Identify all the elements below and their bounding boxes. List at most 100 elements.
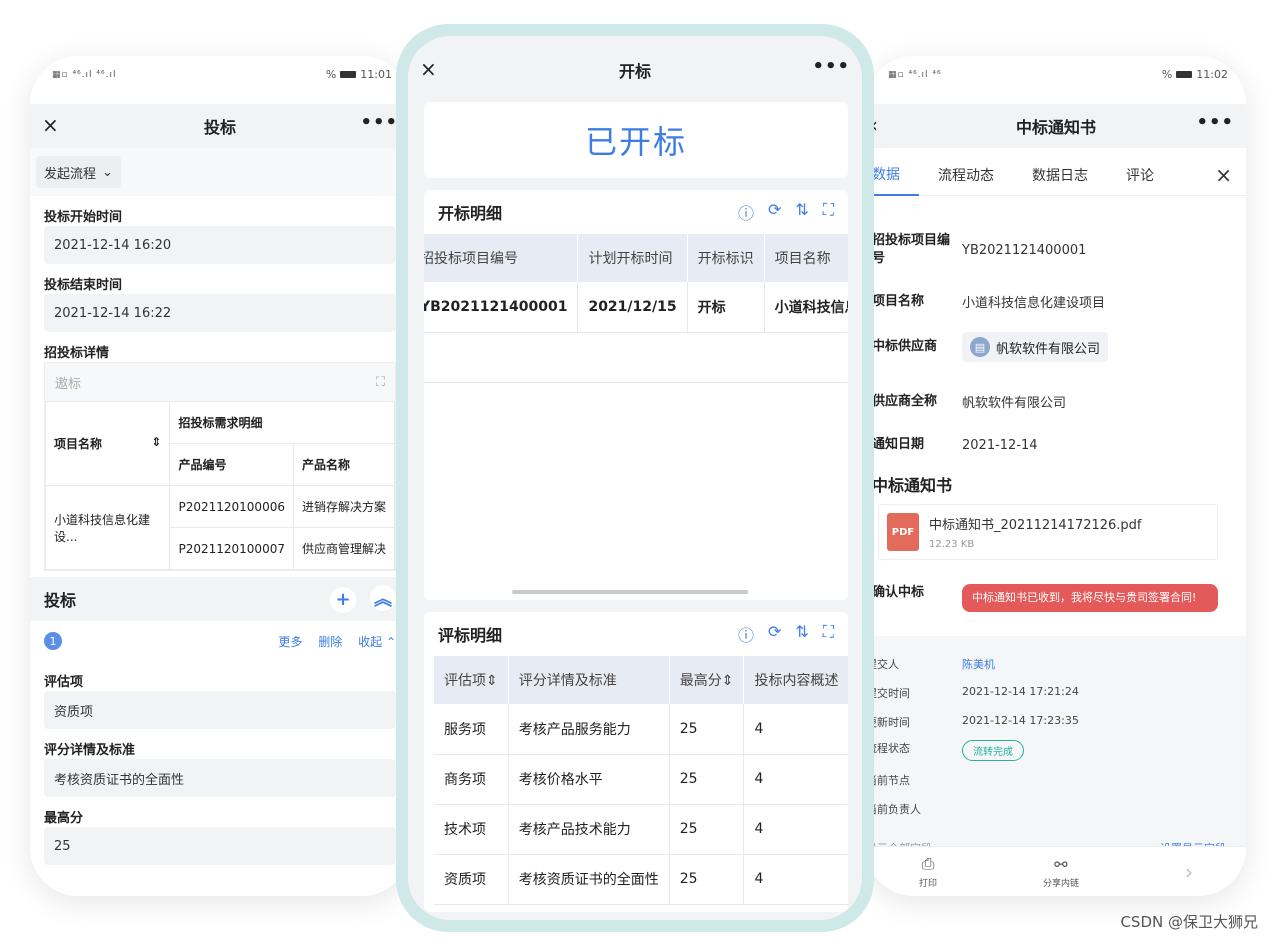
page-title: 开标 (618, 62, 651, 81)
info-icon[interactable]: ⓘ (738, 200, 754, 224)
start-time-input[interactable]: 2021-12-14 16:20 (44, 226, 396, 264)
row-index-badge: 1 (44, 632, 62, 650)
tab-log[interactable]: 数据日志 (1013, 154, 1107, 196)
delete-link[interactable]: 删除 (318, 635, 342, 649)
end-time-input[interactable]: 2021-12-14 16:22 (44, 294, 396, 332)
start-time-field: 投标开始时间 2021-12-14 16:20 (30, 196, 410, 264)
status-time: 11:01 (360, 68, 392, 81)
row-actions: 1 更多 删除 收起 ⌃ (30, 621, 410, 661)
confirm-row: 确认中标 中标通知书已收到，我将尽快与贵司签署合同! (872, 584, 1218, 612)
supplier-row: 中标供应商 ▤ 帆软软件有限公司 (872, 332, 1109, 362)
fullscreen-icon[interactable]: ⛶ (823, 622, 834, 646)
eval-item-field: 评估项 资质项 (30, 661, 410, 729)
close-icon[interactable]: × (42, 113, 59, 137)
chevron-up-icon[interactable]: ⌃ (386, 635, 396, 649)
tab-comments[interactable]: 评论 (1107, 154, 1173, 196)
table-row[interactable]: 资质项 考核资质证书的全面性 25 4 (434, 854, 848, 905)
expand-icon[interactable]: ⛶ (376, 375, 385, 390)
horizontal-scrollbar[interactable] (512, 590, 748, 594)
supplier-full-row: 供应商全称 帆软软件有限公司 (872, 393, 1067, 412)
grid-search[interactable]: 遨标 (55, 373, 81, 392)
more-icon[interactable]: ••• (360, 112, 398, 133)
table-row[interactable]: 技术项 考核产品技术能力 25 4 (434, 804, 848, 855)
table-row[interactable]: 服务项 考核产品服务能力 25 4 (434, 704, 848, 755)
tab-flow[interactable]: 流程动态 (919, 154, 1013, 196)
refresh-icon[interactable]: ⟳ (768, 622, 781, 646)
more-icon[interactable]: ••• (1196, 112, 1234, 133)
sort-icon[interactable]: ⇅ (795, 200, 808, 224)
table-row[interactable]: 小道科技信息化建设... P2021120100006 进销存解决方案 (44, 485, 396, 570)
tab-bar: 数据 流程动态 数据日志 评论 × (866, 154, 1246, 196)
chevron-down-icon: ⌄ (102, 164, 113, 180)
bid-detail-grid: 遨标 ⛶ 项目名称 ⇕ 招投标需求明细 产品编号 产品名称 小道科技信息化建设..… (44, 362, 396, 571)
add-row-button[interactable]: + (330, 586, 356, 613)
table-row[interactable]: 商务项 考核价格水平 25 4 (434, 754, 848, 805)
status-badge: 流转完成 (962, 740, 1024, 761)
opening-detail-panel: 开标明细 ⓘ ⟳ ⇅ ⛶ 招投标项目编号 计划开标时间 开标标识 项目名称 YB… (424, 190, 848, 600)
opening-status-card: 已开标 (424, 102, 848, 178)
notice-file-label: 中标通知书 (872, 476, 953, 495)
opening-status-text: 已开标 (584, 123, 687, 161)
file-name: 中标通知书_20211214172126.pdf (929, 518, 1142, 533)
form-body: 发起流程 ⌄ 投标开始时间 2021-12-14 16:20 投标结束时间 202… (30, 148, 410, 896)
fullscreen-icon[interactable]: ⛶ (823, 200, 834, 224)
record-meta: 提交人 陈美机 提交时间 2021-12-14 17:21:24 更新时间 2021-… (866, 636, 1246, 856)
collapse-link[interactable]: 收起 (358, 635, 382, 649)
battery-icon (1176, 71, 1193, 78)
attachment-card[interactable]: PDF 中标通知书_20211214172126.pdf 12.23 KB (878, 504, 1218, 560)
watermark: CSDN @保卫大狮兄 (1120, 913, 1258, 931)
bid-section-header: 投标 + ︽ (30, 577, 410, 621)
bottom-toolbar: ⎙ 打印 ⚯ 分享内链 › (866, 846, 1246, 896)
bid-form-phone: ▦▫ ⁴⁶.ıl ⁴⁶.ıl ◠ % 11:01 × 投标 ••• 发起流程 ⌄ 投… (30, 56, 410, 896)
battery-pct: % (1161, 68, 1173, 81)
bid-detail-label: 招投标详情 (44, 346, 110, 361)
nav-bar: × 开标 ••• (408, 48, 862, 92)
sort-icon[interactable]: ⇕ (722, 673, 734, 689)
table-row[interactable]: YB2021121400001 2021/12/15 开标 小道科技信息化 (424, 282, 848, 333)
battery-icon (340, 71, 357, 78)
status-time: 11:02 (1196, 68, 1228, 81)
confirm-message: 中标通知书已收到，我将尽快与贵司签署合同! (962, 584, 1218, 612)
sort-icon[interactable]: ⇕ (151, 435, 161, 449)
eval-detail-panel: 评标明细 ⓘ ⟳ ⇅ ⛶ 评估项⇕ 评分详情及标准 最高分⇕ 投标内容概述 服务… (424, 612, 848, 912)
award-notice-phone: ▦▫ ⁴⁶.ıl ⁴⁶.ıl ◠ % 11:02 ‹ 中标通知书 ••• 数据 流… (866, 56, 1246, 896)
submitter-link[interactable]: 陈美机 (962, 656, 995, 672)
end-time-field: 投标结束时间 2021-12-14 16:22 (30, 264, 410, 332)
more-link[interactable]: 更多 (278, 635, 302, 649)
close-icon[interactable]: × (1196, 154, 1246, 196)
panel-title: 评标明细 (438, 626, 503, 645)
supplier-chip[interactable]: ▤ 帆软软件有限公司 (962, 332, 1109, 362)
info-icon[interactable]: ⓘ (738, 622, 754, 646)
project-code-row: 招投标项目编号 YB2021121400001 (872, 233, 1087, 266)
share-icon: ⚯ (1054, 854, 1068, 874)
project-name-row: 项目名称 小道科技信息化建设项目 (872, 293, 1106, 312)
max-score-input[interactable]: 25 (44, 827, 396, 865)
criteria-input[interactable]: 考核资质证书的全面性 (44, 759, 396, 797)
eval-item-input[interactable]: 资质项 (44, 691, 396, 729)
chevron-right-icon[interactable]: › (1185, 860, 1193, 884)
file-size: 12.23 KB (929, 539, 975, 550)
share-link-button[interactable]: ⚯ 分享内链 (1043, 855, 1079, 889)
pdf-icon: PDF (887, 513, 919, 551)
more-icon[interactable]: ••• (812, 56, 850, 77)
page-title: 投标 (203, 118, 236, 137)
showcase-stage: ▦▫ ⁴⁶.ıl ⁴⁶.ıl ◠ % 11:01 × 投标 ••• 发起流程 ⌄ 投… (0, 0, 1274, 940)
battery-pct: % (325, 68, 337, 81)
nav-bar: × 投标 ••• (30, 104, 410, 148)
panel-title: 开标明细 (438, 204, 503, 223)
nav-bar: ‹ 中标通知书 ••• (866, 104, 1246, 148)
refresh-icon[interactable]: ⟳ (768, 200, 781, 224)
sort-icon[interactable]: ⇅ (795, 622, 808, 646)
sort-icon[interactable]: ⇕ (486, 673, 498, 689)
print-button[interactable]: ⎙ 打印 (919, 854, 937, 889)
max-score-field: 最高分 25 (30, 797, 410, 865)
bid-opening-phone: × 开标 ••• 已开标 开标明细 ⓘ ⟳ ⇅ ⛶ 招投标项目编号 计划开标时间… (408, 36, 862, 920)
printer-icon: ⎙ (921, 854, 935, 873)
phone-notch (940, 56, 1146, 92)
page-title: 中标通知书 (1015, 118, 1096, 137)
notice-date-row: 通知日期 2021-12-14 (872, 437, 1038, 453)
eval-table: 评估项⇕ 评分详情及标准 最高分⇕ 投标内容概述 服务项 考核产品服务能力 25… (434, 656, 848, 905)
start-flow-button[interactable]: 发起流程 ⌄ (36, 156, 121, 188)
close-icon[interactable]: × (420, 57, 437, 81)
collapse-all-button[interactable]: ︽ (370, 585, 396, 612)
